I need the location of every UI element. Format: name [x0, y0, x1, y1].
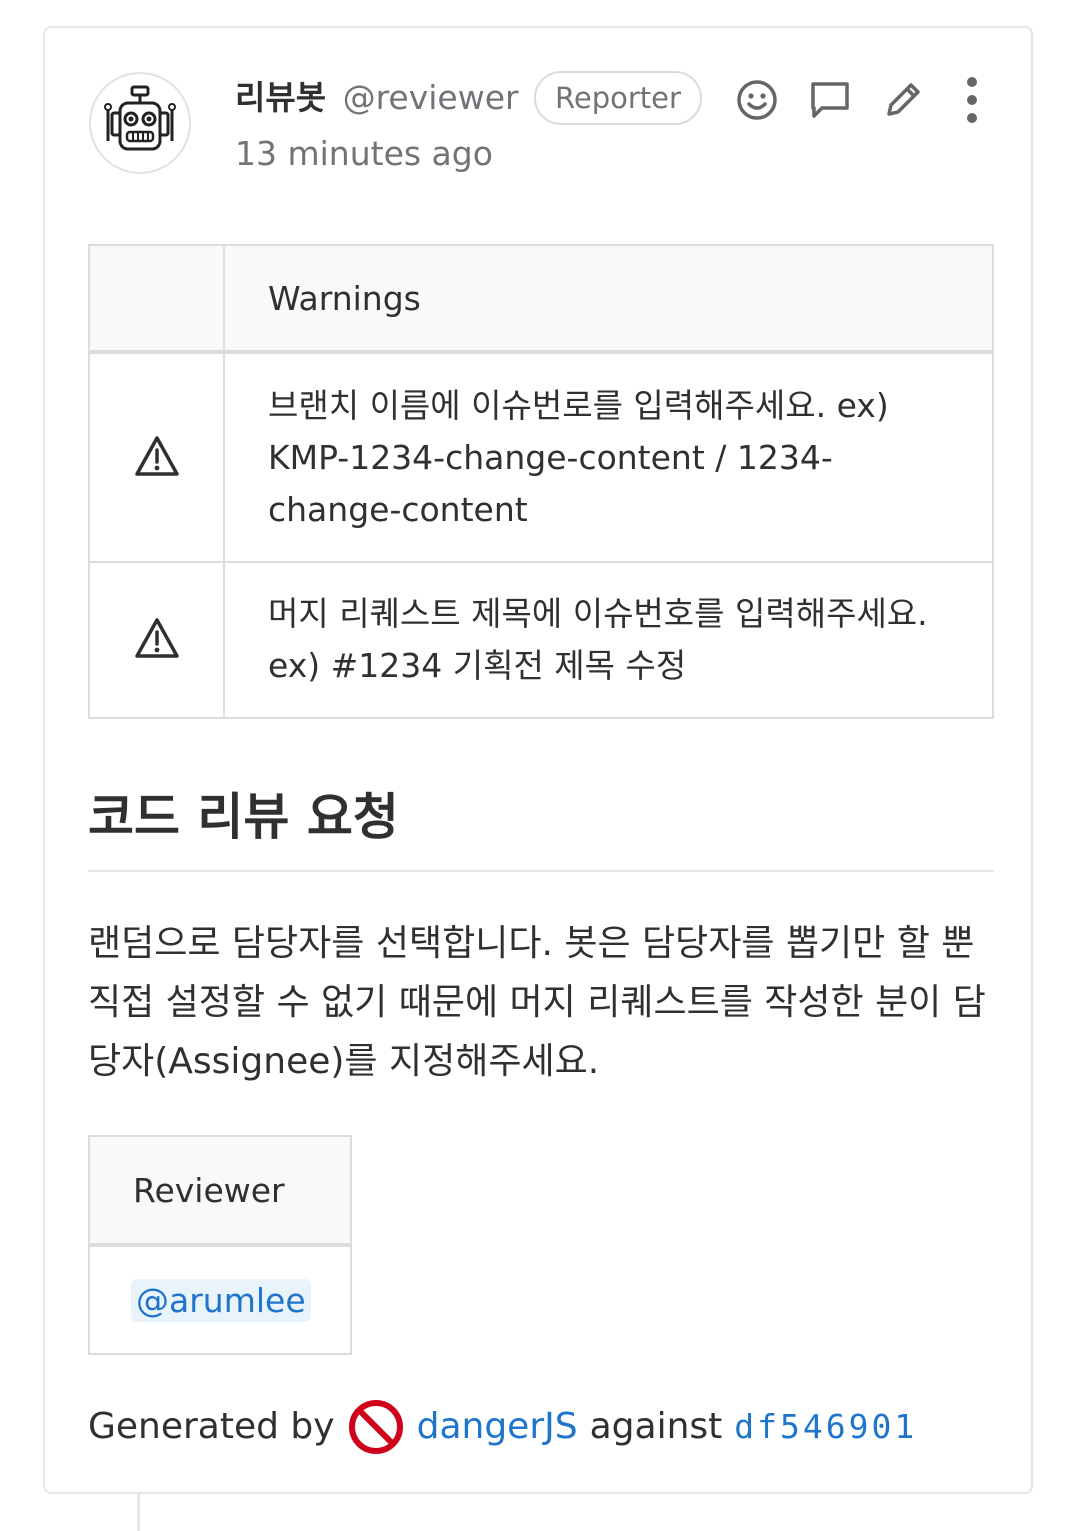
table-header-empty [88, 244, 225, 354]
comment-timestamp[interactable]: 13 minutes ago [235, 132, 493, 176]
more-actions-button[interactable] [948, 76, 996, 124]
kebab-menu-icon [967, 77, 977, 123]
warning-icon-cell [88, 351, 225, 563]
table-header-row: Warnings [88, 244, 994, 354]
warning-icon-cell [88, 561, 225, 719]
table-row: @arumlee [88, 1244, 352, 1355]
reply-button[interactable] [806, 76, 854, 124]
user-mention-link[interactable]: @arumlee [131, 1278, 311, 1322]
warning-message: 머지 리퀘스트 제목에 이슈번호를 입력해주세요. ex) #1234 기획전 … [223, 561, 994, 719]
against-label: against [589, 1406, 723, 1447]
section-heading: 코드 리뷰 요청 [88, 786, 994, 872]
warnings-header: Warnings [223, 244, 994, 354]
author-name[interactable]: 리뷰봇 [235, 78, 326, 117]
role-badge: Reporter [534, 71, 702, 125]
comment-icon [811, 82, 849, 118]
warning-icon [134, 435, 179, 476]
warning-icon [134, 618, 179, 658]
reviewer-header: Reviewer [88, 1135, 352, 1247]
warnings-table: Warnings 브랜치 이름에 이슈번로를 입력해주세요. ex) KMP-1… [88, 244, 994, 719]
dangerjs-link[interactable]: dangerJS [417, 1402, 578, 1452]
author-line[interactable]: 리뷰봇 @reviewer [235, 76, 519, 120]
reviewer-cell: @arumlee [88, 1244, 352, 1355]
section-paragraph: 랜덤으로 담당자를 선택합니다. 봇은 담당자를 뽑기만 할 뿐 직접 설정할 … [88, 923, 986, 1082]
generated-by-footer: Generated by dangerJS against df546901 [88, 1398, 917, 1456]
reviewer-table: Reviewer @arumlee [88, 1135, 352, 1355]
table-row: 머지 리퀘스트 제목에 이슈번호를 입력해주세요. ex) #1234 기획전 … [88, 561, 994, 719]
commit-hash-link[interactable]: df546901 [734, 1402, 917, 1452]
pencil-icon [887, 83, 920, 116]
no-entry-icon [348, 1400, 403, 1454]
edit-comment-button[interactable] [879, 76, 927, 124]
thread-connector-line [137, 1494, 140, 1531]
author-avatar[interactable] [89, 72, 191, 174]
robot-icon [104, 85, 176, 151]
generated-by-label: Generated by [88, 1406, 335, 1447]
table-header-row: Reviewer [88, 1135, 352, 1247]
add-reaction-button[interactable] [733, 76, 781, 124]
warning-message: 브랜치 이름에 이슈번로를 입력해주세요. ex) KMP-1234-chang… [223, 351, 994, 563]
comment-card: 리뷰봇 @reviewer Reporter 13 minutes ago Wa… [43, 26, 1033, 1494]
smiley-icon [737, 80, 777, 120]
table-row: 브랜치 이름에 이슈번로를 입력해주세요. ex) KMP-1234-chang… [88, 351, 994, 563]
author-handle[interactable]: @reviewer [343, 78, 519, 117]
